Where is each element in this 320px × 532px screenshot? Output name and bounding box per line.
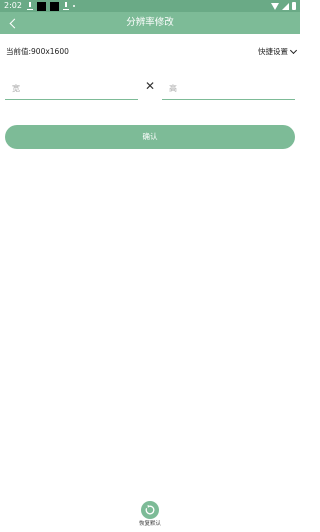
status-time: 2:02 bbox=[4, 1, 22, 10]
notification-icon bbox=[36, 1, 46, 11]
width-input[interactable] bbox=[5, 77, 138, 100]
chevron-down-icon bbox=[289, 46, 298, 55]
page-title: 分辨率修改 bbox=[126, 17, 174, 28]
chevron-left-icon bbox=[9, 18, 20, 28]
multiply-icon: ✕ bbox=[144, 79, 156, 93]
height-field-container bbox=[162, 76, 295, 100]
restore-default-label: 恢复默认 bbox=[138, 521, 161, 527]
app-bar: 分辨率修改 bbox=[0, 12, 300, 34]
width-field-container bbox=[5, 76, 138, 100]
current-resolution-row: 当前值:900x1600 快捷设置 bbox=[6, 46, 298, 58]
signal-icon bbox=[282, 2, 289, 10]
notification-icon bbox=[49, 1, 59, 11]
download-icon bbox=[26, 2, 33, 10]
quick-settings-dropdown[interactable]: 快捷设置 bbox=[258, 46, 298, 58]
restore-default-button[interactable]: 恢复默认 bbox=[133, 501, 167, 531]
wifi-icon bbox=[271, 2, 279, 10]
more-notifications-icon bbox=[72, 5, 75, 7]
current-resolution-label: 当前值:900x1600 bbox=[6, 47, 69, 56]
status-bar: 2:02 bbox=[0, 0, 300, 12]
height-input[interactable] bbox=[162, 77, 295, 100]
confirm-button[interactable]: 确认 bbox=[5, 125, 295, 149]
quick-settings-label: 快捷设置 bbox=[258, 47, 288, 56]
back-button[interactable] bbox=[6, 15, 20, 31]
download-icon bbox=[62, 2, 69, 10]
reset-icon bbox=[141, 501, 159, 519]
battery-icon bbox=[292, 2, 296, 10]
